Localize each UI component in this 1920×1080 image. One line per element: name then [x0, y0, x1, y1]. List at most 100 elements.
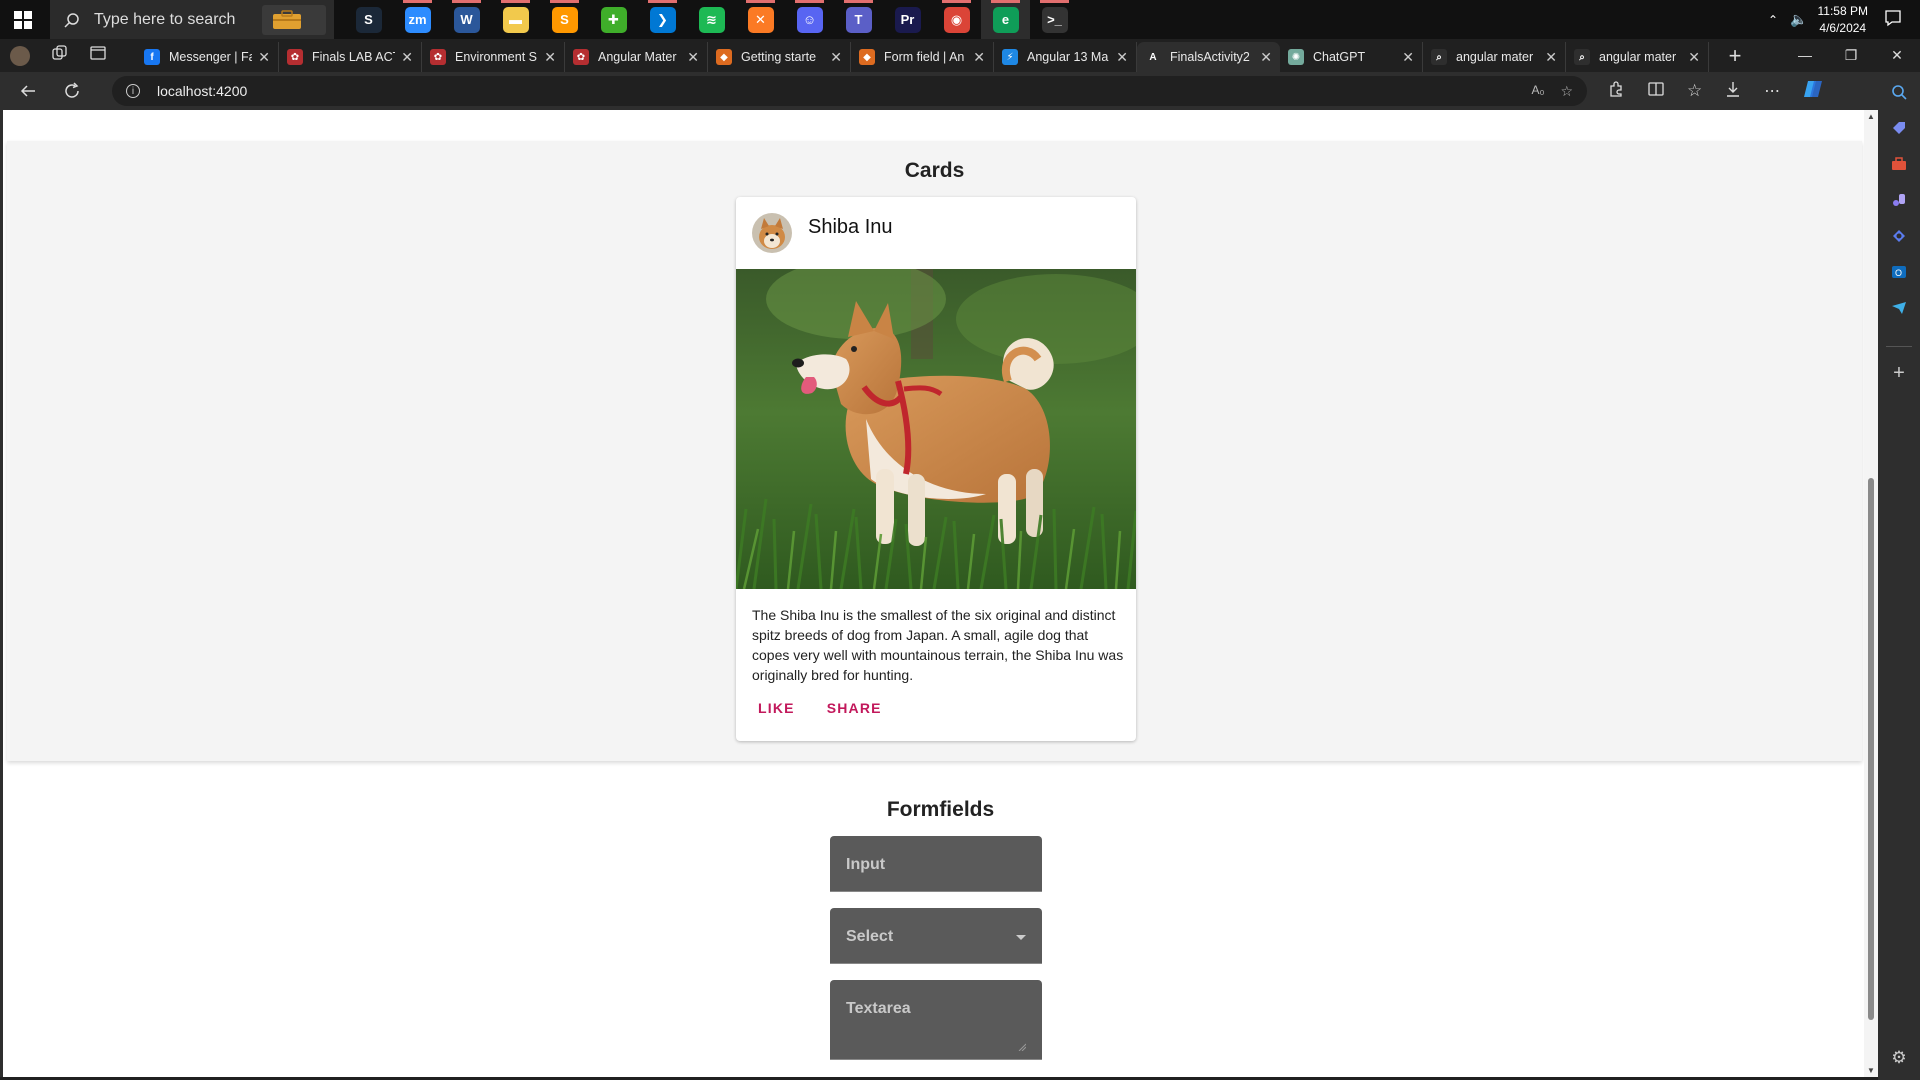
tab-title: Angular Mater	[598, 50, 677, 64]
url-field[interactable]: i localhost:4200 A₀ ☆	[112, 76, 1587, 106]
taskbar-app-premiere[interactable]: Pr	[883, 0, 932, 39]
resize-handle-icon[interactable]	[1018, 1043, 1026, 1051]
taskbar-app-chrome[interactable]: ◉	[932, 0, 981, 39]
browser-tab[interactable]: ⌕ angular mater ✕	[1423, 42, 1566, 72]
chatgpt-icon: ✺	[1288, 49, 1304, 65]
speaker-icon[interactable]: 🔈	[1790, 11, 1807, 28]
tab-close-icon[interactable]: ✕	[687, 49, 699, 66]
split-screen-icon[interactable]	[1647, 80, 1665, 103]
system-tray: ⌃ 🔈 11:58 PM 4/6/2024	[1768, 0, 1920, 39]
favorites-icon[interactable]: ☆	[1687, 81, 1702, 101]
tab-close-icon[interactable]: ✕	[544, 49, 556, 66]
browser-tab[interactable]: ◆ Getting starte ✕	[708, 42, 851, 72]
teams-icon: T	[845, 6, 872, 33]
taskbar-app-vscode[interactable]: ❯	[638, 0, 687, 39]
back-button[interactable]	[8, 72, 48, 110]
browser-tab[interactable]: ✿ Environment S ✕	[422, 42, 565, 72]
browser-tab[interactable]: ◆ Form field | An ✕	[851, 42, 994, 72]
windows-start-button[interactable]	[0, 0, 46, 39]
tabbar-left-controls	[0, 45, 136, 66]
select-field[interactable]: Select	[830, 908, 1042, 964]
tab-close-icon[interactable]: ✕	[401, 49, 413, 66]
sidebar-tools-icon[interactable]	[1889, 154, 1909, 174]
input-label: Input	[846, 856, 886, 873]
tab-close-icon[interactable]: ✕	[1545, 49, 1557, 66]
clock-time: 11:58 PM	[1817, 3, 1868, 18]
sidebar-copilot-icon[interactable]	[1889, 226, 1909, 246]
taskbar-clock[interactable]: 11:58 PM 4/6/2024	[1818, 3, 1868, 37]
taskbar-app-sublime[interactable]: S	[540, 0, 589, 39]
browser-tab[interactable]: ⌕ angular mater ✕	[1566, 42, 1709, 72]
scroll-up-arrow-icon[interactable]: ▲	[1867, 112, 1875, 121]
taskbar-app-node[interactable]: ✚	[589, 0, 638, 39]
downloads-icon[interactable]	[1724, 80, 1742, 103]
read-aloud-icon[interactable]: A₀	[1531, 83, 1544, 100]
input-field[interactable]: Input	[830, 836, 1042, 892]
restore-button[interactable]: ❐	[1828, 47, 1874, 64]
taskbar-app-file-explorer[interactable]: ▬	[491, 0, 540, 39]
workspaces-icon[interactable]	[52, 45, 68, 66]
tab-close-icon[interactable]: ✕	[1260, 49, 1272, 66]
sublime-icon: S	[551, 6, 578, 33]
taskbar-app-terminal[interactable]: >_	[1030, 0, 1079, 39]
sidebar-settings-icon[interactable]: ⚙	[1889, 1048, 1909, 1068]
angular-material-icon: ✿	[573, 49, 589, 65]
sidebar-shopping-tag-icon[interactable]	[1889, 118, 1909, 138]
browser-tab[interactable]: ✿ Finals LAB ACT ✕	[279, 42, 422, 72]
like-button[interactable]: LIKE	[744, 692, 809, 724]
more-menu-icon[interactable]: ⋯	[1764, 81, 1780, 101]
tab-close-icon[interactable]: ✕	[1688, 49, 1700, 66]
taskbar-app-edge[interactable]: e	[981, 0, 1030, 39]
browser-tab[interactable]: ✿ Angular Mater ✕	[565, 42, 708, 72]
taskbar-app-teams[interactable]: T	[834, 0, 883, 39]
tab-close-icon[interactable]: ✕	[973, 49, 985, 66]
refresh-icon	[65, 82, 79, 98]
textarea-label: Textarea	[846, 1000, 911, 1017]
windows-logo-icon	[14, 10, 32, 29]
taskbar-app-discord[interactable]: ☺	[785, 0, 834, 39]
browser-tab[interactable]: ⚡ Angular 13 Ma ✕	[994, 42, 1137, 72]
sidebar-outlook-icon[interactable]: O	[1889, 262, 1909, 282]
taskbar-search-box[interactable]: Type here to search	[50, 0, 334, 39]
sidebar-games-icon[interactable]	[1889, 190, 1909, 210]
scroll-thumb[interactable]	[1868, 478, 1874, 1020]
refresh-button[interactable]	[52, 72, 92, 110]
taskbar-app-zoom[interactable]: zm	[393, 0, 442, 39]
scroll-down-arrow-icon[interactable]: ▼	[1867, 1066, 1875, 1075]
favorite-star-icon[interactable]: ☆	[1560, 83, 1573, 100]
taskbar-app-spotify[interactable]: ≋	[687, 0, 736, 39]
card-actions: LIKE SHARE	[744, 692, 896, 724]
sidebar-add-icon[interactable]: +	[1889, 362, 1909, 384]
textarea-field[interactable]: Textarea	[830, 980, 1042, 1060]
taskbar-app-word[interactable]: W	[442, 0, 491, 39]
sidebar-send-icon[interactable]	[1889, 298, 1909, 318]
profile-avatar[interactable]	[10, 45, 30, 66]
tab-close-icon[interactable]: ✕	[830, 49, 842, 66]
tab-close-icon[interactable]: ✕	[258, 49, 270, 66]
browser-tab[interactable]: A FinalsActivity2 ✕	[1137, 42, 1280, 72]
page-scrollbar[interactable]: ▲ ▼	[1864, 110, 1878, 1077]
browser-tab[interactable]: ✺ ChatGPT ✕	[1280, 42, 1423, 72]
notification-icon[interactable]	[1884, 9, 1902, 30]
tab-close-icon[interactable]: ✕	[1116, 49, 1128, 66]
sidebar-search-icon[interactable]	[1889, 82, 1909, 102]
tab-close-icon[interactable]: ✕	[1402, 49, 1414, 66]
edge-sidebar: O + ⚙	[1878, 72, 1920, 1080]
site-info-icon[interactable]: i	[126, 84, 140, 98]
minimize-button[interactable]: —	[1782, 47, 1828, 64]
close-window-button[interactable]: ✕	[1874, 47, 1920, 64]
browser-tab[interactable]: f Messenger | Fa ✕	[136, 42, 279, 72]
share-button[interactable]: SHARE	[813, 692, 896, 724]
url-text: localhost:4200	[157, 83, 248, 99]
copilot-icon[interactable]	[1802, 78, 1824, 105]
new-tab-button[interactable]: +	[1715, 43, 1755, 69]
taskbar-app-xampp[interactable]: ✕	[736, 0, 785, 39]
vertical-tabs-icon[interactable]	[90, 45, 106, 66]
windows-taskbar: Type here to search Szm W ▬ S ✚ ❯ ≋ ✕ ☺ T Pr ◉ e >_ ⌃…	[0, 0, 1920, 39]
taskbar-app-steam[interactable]: S	[344, 0, 393, 39]
extensions-icon[interactable]	[1607, 80, 1625, 103]
search-highlight-icon[interactable]	[262, 4, 326, 35]
browser-toolbar: ☆ ⋯	[1607, 78, 1824, 105]
chevron-up-icon[interactable]: ⌃	[1768, 13, 1778, 27]
url-actions: A₀ ☆	[1531, 83, 1587, 100]
